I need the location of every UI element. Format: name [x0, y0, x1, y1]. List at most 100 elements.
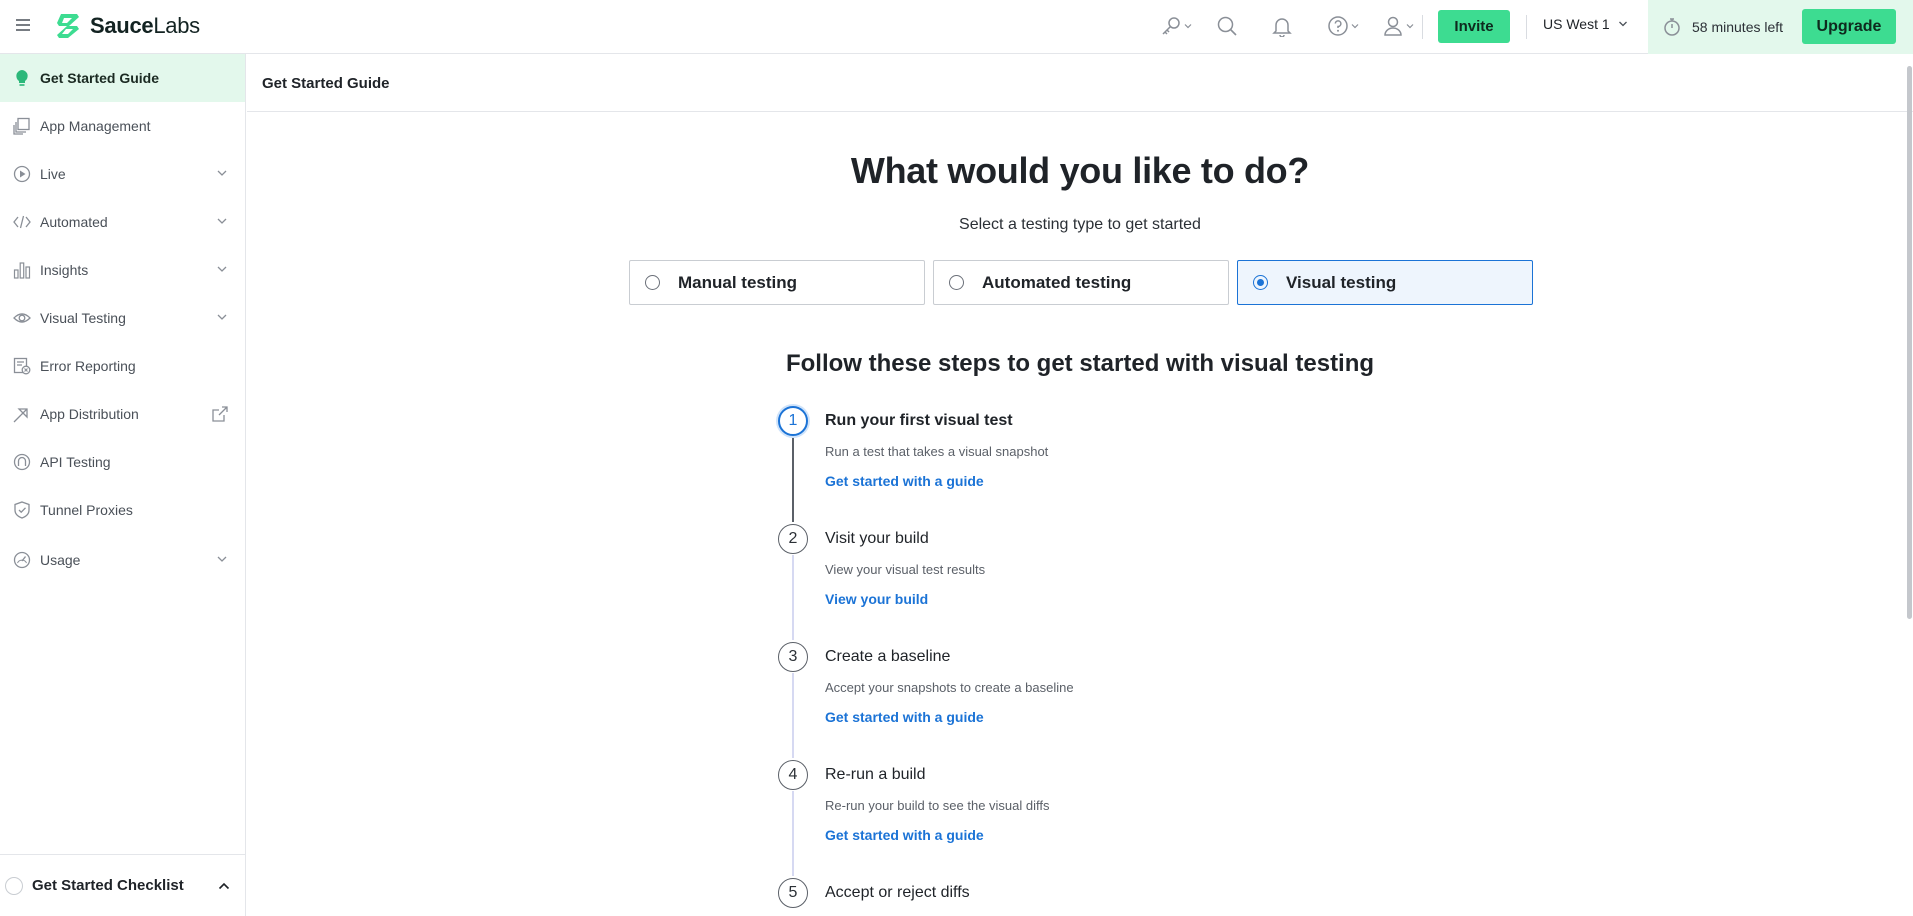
page-header: Get Started Guide: [247, 55, 1913, 112]
sidebar-item-label: Insights: [40, 262, 89, 278]
distribution-icon: [13, 405, 31, 423]
checklist-label: Get Started Checklist: [32, 877, 184, 894]
option-label: Automated testing: [982, 272, 1132, 292]
sidebar-item-label: App Distribution: [40, 406, 139, 422]
code-icon: [13, 213, 31, 231]
view-build-link[interactable]: View your build: [825, 591, 928, 607]
stopwatch-icon: [1664, 18, 1680, 36]
chevron-down-icon: [217, 314, 227, 320]
upgrade-button[interactable]: Upgrade: [1802, 9, 1896, 44]
step-connector: [792, 437, 794, 522]
divider: [1422, 15, 1423, 39]
sidebar-item-error-reporting[interactable]: Error Reporting: [0, 342, 245, 390]
radio-button[interactable]: [645, 275, 660, 290]
sidebar-item-label: App Management: [40, 118, 151, 134]
invite-button[interactable]: Invite: [1438, 10, 1510, 43]
radio-button-selected[interactable]: [1253, 275, 1268, 290]
sidebar-item-visual-testing[interactable]: Visual Testing: [0, 294, 245, 342]
step-description: Run a test that takes a visual snapshot: [825, 444, 1049, 459]
chevron-up-icon: [218, 882, 230, 890]
step-guide-link[interactable]: Get started with a guide: [825, 709, 984, 725]
sidebar-item-automated[interactable]: Automated: [0, 198, 245, 246]
sidebar-item-app-distribution[interactable]: App Distribution: [0, 390, 245, 438]
step-number-badge: 5: [778, 878, 808, 908]
sidebar-item-label: Live: [40, 166, 66, 182]
search-button[interactable]: [1216, 14, 1238, 38]
sidebar-item-label: Get Started Guide: [40, 70, 160, 86]
option-manual-testing[interactable]: Manual testing: [629, 260, 925, 305]
sidebar-item-api-testing[interactable]: API Testing: [0, 438, 245, 486]
step-title: Run your first visual test: [825, 412, 1013, 429]
notifications-button[interactable]: [1271, 14, 1293, 38]
sidebar-item-label: Usage: [40, 552, 81, 568]
region-selector[interactable]: US West 1: [1543, 16, 1628, 32]
chevron-down-icon: [1618, 21, 1627, 27]
user-icon: [1384, 16, 1402, 36]
lightbulb-icon: [13, 69, 31, 87]
trial-time-label: 58 minutes left: [1692, 19, 1784, 35]
sidebar-item-insights[interactable]: Insights: [0, 246, 245, 294]
hamburger-menu-icon[interactable]: [14, 16, 32, 34]
step-title: Create a baseline: [825, 648, 951, 665]
divider: [1526, 15, 1527, 39]
sidebar-item-tunnel-proxies[interactable]: Tunnel Proxies: [0, 486, 245, 534]
top-bar: SauceLabs Invite US West 1 58 minutes le…: [0, 0, 1913, 54]
step-connector: [792, 791, 794, 876]
radio-button[interactable]: [949, 275, 964, 290]
scrollbar[interactable]: [1907, 66, 1912, 619]
gauge-icon: [13, 551, 31, 569]
sidebar-item-label: API Testing: [40, 454, 111, 470]
trial-banner: 58 minutes left Upgrade: [1648, 0, 1913, 54]
sidebar-item-label: Error Reporting: [40, 358, 136, 374]
sidebar-item-label: Tunnel Proxies: [40, 502, 133, 518]
key-icon: [1162, 17, 1180, 35]
step-title: Visit your build: [825, 530, 929, 547]
hero-title: What would you like to do?: [850, 150, 1310, 191]
option-label: Manual testing: [678, 272, 798, 292]
user-menu-button[interactable]: [1382, 14, 1414, 38]
bar-chart-icon: [13, 261, 31, 279]
chevron-down-icon: [1406, 24, 1414, 29]
search-icon: [1217, 16, 1237, 36]
saucelabs-logo[interactable]: SauceLabs: [55, 12, 200, 40]
get-started-checklist[interactable]: Get Started Checklist: [0, 854, 245, 916]
region-label: US West 1: [1543, 16, 1610, 32]
step-description: Re-run your build to see the visual diff…: [825, 798, 1050, 813]
chevron-down-icon: [1184, 24, 1192, 29]
play-icon: [13, 165, 31, 183]
option-visual-testing[interactable]: Visual testing: [1237, 260, 1533, 305]
step-title: Re-run a build: [825, 766, 926, 783]
step-description: View your visual test results: [825, 562, 986, 577]
help-button[interactable]: [1327, 14, 1359, 38]
step-guide-link[interactable]: Get started with a guide: [825, 473, 984, 489]
external-link-icon: [212, 406, 228, 422]
step-description: Accept your snapshots to create a baseli…: [825, 680, 1074, 695]
sidebar-item-app-management[interactable]: App Management: [0, 102, 245, 150]
option-automated-testing[interactable]: Automated testing: [933, 260, 1229, 305]
chevron-down-icon: [217, 170, 227, 176]
steps-title: Follow these steps to get started with v…: [785, 350, 1375, 377]
option-label: Visual testing: [1286, 272, 1397, 292]
step-number-badge: 2: [778, 524, 808, 554]
sidebar-item-usage[interactable]: Usage: [0, 536, 245, 584]
page-title: Get Started Guide: [262, 75, 390, 92]
hero-subtitle: Select a testing type to get started: [959, 216, 1201, 233]
eye-icon: [13, 309, 31, 327]
sidebar-item-get-started-guide[interactable]: Get Started Guide: [0, 54, 245, 102]
sidebar-item-label: Visual Testing: [40, 310, 126, 326]
chevron-down-icon: [1351, 24, 1359, 29]
step-title: Accept or reject diffs: [825, 884, 970, 901]
sidebar-item-label: Automated: [40, 214, 108, 230]
api-icon: [13, 453, 31, 471]
sidebar-item-live[interactable]: Live: [0, 150, 245, 198]
access-key-button[interactable]: [1160, 14, 1192, 38]
chevron-down-icon: [217, 218, 227, 224]
saucelabs-logo-icon: [57, 14, 79, 38]
step-connector: [792, 673, 794, 758]
step-guide-link[interactable]: Get started with a guide: [825, 827, 984, 843]
error-report-icon: [13, 357, 31, 375]
progress-ring-icon: [5, 876, 23, 895]
step-number-badge: 1: [778, 406, 808, 436]
trial-time: 58 minutes left: [1662, 17, 1783, 37]
step-number-badge: 4: [778, 760, 808, 790]
